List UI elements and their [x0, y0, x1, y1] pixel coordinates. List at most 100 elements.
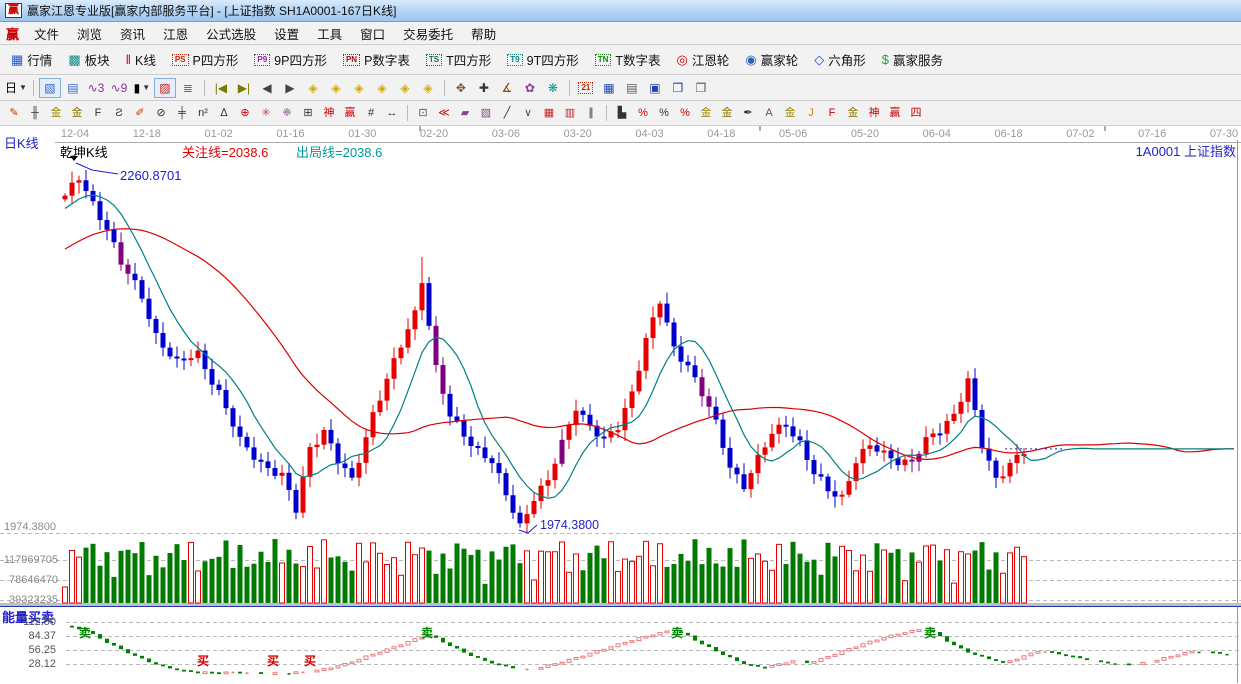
ink-brush-button[interactable]: ✒ — [738, 104, 758, 122]
spider-web-button[interactable]: ✳ — [256, 104, 276, 122]
9t-square-button[interactable]: T99T四方形 — [500, 48, 585, 71]
n-square-icon: n² — [198, 108, 208, 119]
parallel-lines-button[interactable]: ∥ — [581, 104, 601, 122]
wave-3-button[interactable]: ∿3 — [85, 78, 107, 98]
candle-style-button[interactable]: ▮▼ — [131, 78, 153, 98]
t-square-button[interactable]: TST四方形 — [419, 48, 498, 71]
gann-box-button[interactable]: ⊞ — [298, 104, 318, 122]
menu-item-8[interactable]: 交易委托 — [394, 22, 462, 45]
crosshair-button[interactable]: ✚ — [473, 78, 495, 98]
shen-line-button[interactable]: 神 — [864, 104, 884, 122]
calendar-button[interactable]: 21 — [575, 78, 597, 98]
p-table-button[interactable]: PNP数字表 — [336, 48, 417, 71]
a-wave-button[interactable]: A — [759, 104, 779, 122]
red-grid-2-button[interactable]: ▥ — [560, 104, 580, 122]
wave-9-button[interactable]: ∿9 — [108, 78, 130, 98]
hexagon-button[interactable]: ◇六角形 — [807, 48, 873, 71]
quotes-button[interactable]: ▦行情 — [4, 48, 59, 71]
menu-item-0[interactable]: 文件 — [25, 22, 68, 45]
ying-tool-button[interactable]: 赢 — [340, 104, 360, 122]
qiankun-pattern-button[interactable]: ▧ — [39, 78, 61, 98]
percent-zone-button[interactable]: % — [633, 104, 653, 122]
ray-fan-button[interactable]: ≪ — [434, 104, 454, 122]
f-line-button[interactable]: F — [822, 104, 842, 122]
calculator-button[interactable]: ▦ — [598, 78, 620, 98]
prev-bar-button[interactable]: ◀ — [256, 78, 278, 98]
period-label[interactable]: 日K线 — [4, 133, 39, 152]
drag-hand-button[interactable]: ✥ — [450, 78, 472, 98]
t-table-button[interactable]: TNT数字表 — [588, 48, 668, 71]
trend-angle-button[interactable]: ╱ — [497, 104, 517, 122]
percent-line-button[interactable]: % — [675, 104, 695, 122]
shen-tool-button[interactable]: 神 — [319, 104, 339, 122]
j-line-button[interactable]: J — [801, 104, 821, 122]
box-ruler-button[interactable]: ⊡ — [413, 104, 433, 122]
gold-level-button[interactable]: 金 — [717, 104, 737, 122]
period-day-button[interactable]: 日▼ — [4, 78, 28, 98]
first-bar-button[interactable]: |◀ — [210, 78, 232, 98]
purple-web-button[interactable]: ▨ — [476, 104, 496, 122]
sectors-button[interactable]: ▩板块 — [61, 48, 116, 71]
menu-item-9[interactable]: 帮助 — [462, 22, 505, 45]
menu-item-1[interactable]: 浏览 — [68, 22, 111, 45]
purple-box-button[interactable]: ▰ — [455, 104, 475, 122]
p-square-button[interactable]: PSP四方形 — [165, 48, 246, 71]
save-button[interactable]: ▣ — [644, 78, 666, 98]
chip-distribution-button[interactable]: ▨ — [154, 78, 176, 98]
gann-flower-button[interactable]: ✿ — [519, 78, 541, 98]
gold-section-2-button[interactable]: 金 — [67, 104, 87, 122]
volume-profile-button[interactable]: ≣ — [177, 78, 199, 98]
gold-circle-button[interactable]: 金 — [696, 104, 716, 122]
zoom-in-v-button[interactable]: ◈ — [394, 78, 416, 98]
angle-mirror-button[interactable]: ∆ — [214, 104, 234, 122]
zoom-out-h-button[interactable]: ◈ — [371, 78, 393, 98]
neural-net-button[interactable]: ❋ — [542, 78, 564, 98]
menu-item-7[interactable]: 窗口 — [351, 22, 394, 45]
pencil-button[interactable]: ✎ — [4, 104, 24, 122]
grid-cycle-button[interactable]: ╪ — [172, 104, 192, 122]
gold-section-button[interactable]: 金 — [46, 104, 66, 122]
winner-service-button[interactable]: $赢家服务 — [875, 48, 950, 71]
notes-button[interactable]: ▤ — [621, 78, 643, 98]
bar-width-button[interactable]: ↔ — [382, 104, 402, 122]
gann-wheel-button[interactable]: ◎江恩轮 — [670, 48, 737, 71]
gann-grid-button[interactable]: ╫ — [25, 104, 45, 122]
spiral-icon: Ƨ — [115, 108, 122, 119]
si-line-button[interactable]: 四 — [906, 104, 926, 122]
spiral-button[interactable]: Ƨ — [109, 104, 129, 122]
zoom-out-v-button[interactable]: ◈ — [417, 78, 439, 98]
angle-measure-button[interactable]: ∡ — [496, 78, 518, 98]
red-grid-button[interactable]: ▦ — [539, 104, 559, 122]
fib-f-button[interactable]: F — [88, 104, 108, 122]
v-wave-button[interactable]: ∨ — [518, 104, 538, 122]
ying-line-button[interactable]: 赢 — [885, 104, 905, 122]
menu-item-6[interactable]: 工具 — [308, 22, 351, 45]
menu-item-5[interactable]: 设置 — [265, 22, 308, 45]
pan-right-button[interactable]: ◈ — [325, 78, 347, 98]
info-panel-button[interactable]: ▤ — [62, 78, 84, 98]
zoom-in-h-button[interactable]: ◈ — [348, 78, 370, 98]
next-bar-button[interactable]: ▶ — [279, 78, 301, 98]
web-box-button[interactable]: ❈ — [277, 104, 297, 122]
toolbar-separator — [569, 80, 570, 96]
menu-item-3[interactable]: 江恩 — [154, 22, 197, 45]
pan-left-button[interactable]: ◈ — [302, 78, 324, 98]
n-square-button[interactable]: n² — [193, 104, 213, 122]
save-web-button[interactable]: ❒ — [667, 78, 689, 98]
stat-columns-button[interactable]: ▙ — [612, 104, 632, 122]
export-button[interactable]: ❐ — [690, 78, 712, 98]
last-bar-button[interactable]: ▶| — [233, 78, 255, 98]
9p-square-button[interactable]: P99P四方形 — [247, 48, 334, 71]
chart-canvas[interactable] — [0, 126, 1241, 684]
menu-item-4[interactable]: 公式选股 — [197, 22, 265, 45]
compass-cross-button[interactable]: ⊕ — [235, 104, 255, 122]
ruler-123-button[interactable]: # — [361, 104, 381, 122]
gold-ray-button[interactable]: 金 — [843, 104, 863, 122]
gold-angle-button[interactable]: 金 — [780, 104, 800, 122]
winner-wheel-button[interactable]: ◉赢家轮 — [738, 48, 805, 71]
circle-cycle-button[interactable]: ⊘ — [151, 104, 171, 122]
marker-pen-button[interactable]: ✐ — [130, 104, 150, 122]
menu-item-2[interactable]: 资讯 — [111, 22, 154, 45]
percent-button[interactable]: % — [654, 104, 674, 122]
kline-button[interactable]: ‖K线 — [119, 48, 163, 71]
